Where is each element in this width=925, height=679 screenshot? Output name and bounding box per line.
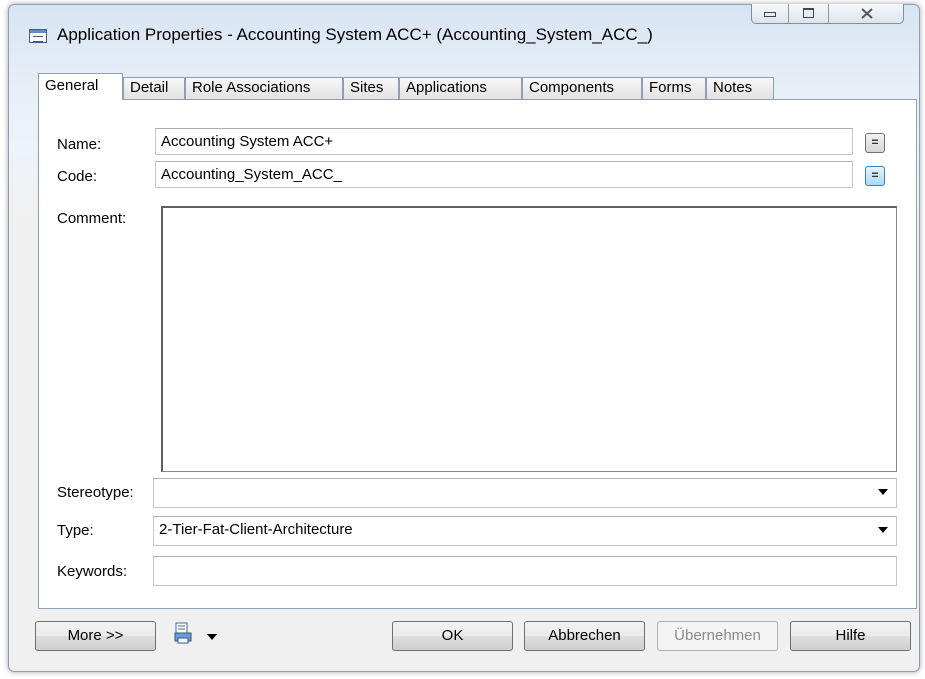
cancel-button[interactable]: Abbrechen — [524, 621, 645, 651]
type-label: Type: — [57, 522, 94, 539]
window-icon — [29, 29, 47, 43]
print-dropdown-arrow[interactable] — [207, 634, 217, 640]
tab-forms[interactable]: Forms — [642, 77, 706, 99]
apply-button[interactable]: Übernehmen — [657, 621, 778, 651]
comment-textarea[interactable] — [161, 206, 897, 472]
tab-applications[interactable]: Applications — [399, 77, 522, 99]
name-field[interactable]: Accounting System ACC+ — [155, 128, 853, 155]
window-controls — [751, 4, 904, 24]
stereotype-label: Stereotype: — [57, 484, 134, 501]
code-name-sync-button[interactable]: = — [865, 166, 885, 186]
minimize-icon — [764, 12, 776, 17]
minimize-button[interactable] — [752, 4, 789, 23]
code-field[interactable]: Accounting_System_ACC_ — [155, 161, 853, 188]
stereotype-combobox[interactable] — [153, 478, 897, 508]
window-title: Application Properties - Accounting Syst… — [57, 25, 653, 44]
chevron-down-icon[interactable] — [878, 527, 888, 533]
name-label: Name: — [57, 136, 102, 153]
title-bar[interactable]: Application Properties - Accounting Syst… — [9, 4, 919, 49]
maximize-button[interactable] — [788, 4, 829, 23]
general-panel: Name: Accounting System ACC+ = Code: Acc… — [38, 99, 917, 609]
tab-components[interactable]: Components — [522, 77, 642, 99]
tab-sites[interactable]: Sites — [343, 77, 399, 99]
code-label: Code: — [57, 168, 98, 185]
tab-role-associations[interactable]: Role Associations — [185, 77, 343, 99]
properties-window: Application Properties - Accounting Syst… — [8, 4, 920, 672]
print-icon[interactable] — [174, 622, 192, 644]
maximize-icon — [802, 8, 814, 18]
close-button[interactable] — [828, 4, 903, 23]
keywords-label: Keywords: — [57, 563, 128, 580]
tab-notes[interactable]: Notes — [706, 77, 774, 99]
more-button[interactable]: More >> — [35, 621, 156, 651]
name-code-sync-button[interactable]: = — [865, 133, 885, 153]
type-combobox[interactable]: 2-Tier-Fat-Client-Architecture — [153, 516, 897, 546]
ok-button[interactable]: OK — [392, 621, 513, 651]
comment-label: Comment: — [57, 210, 127, 227]
chevron-down-icon[interactable] — [878, 489, 888, 495]
help-button[interactable]: Hilfe — [790, 621, 911, 651]
tab-detail[interactable]: Detail — [123, 77, 185, 99]
type-value: 2-Tier-Fat-Client-Architecture — [159, 521, 353, 538]
keywords-field[interactable] — [153, 556, 897, 586]
tab-general[interactable]: General — [38, 73, 123, 100]
close-icon — [860, 8, 873, 19]
